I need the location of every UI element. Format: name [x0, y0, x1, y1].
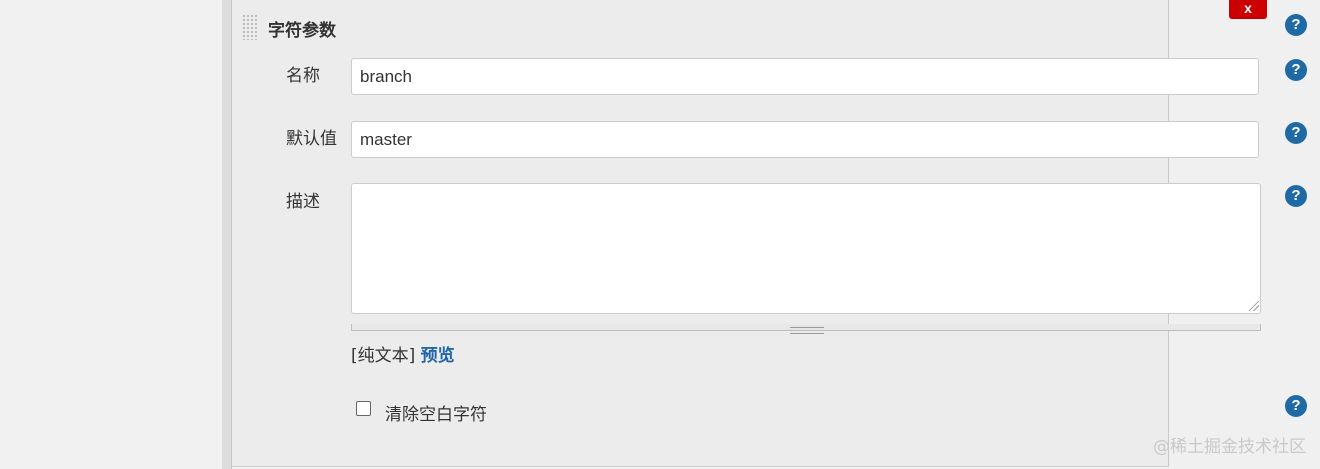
resizer-grip-icon[interactable] [790, 327, 824, 334]
default-value-input[interactable] [351, 121, 1259, 158]
trim-whitespace-checkbox[interactable] [356, 401, 371, 416]
description-help-icon[interactable]: ? [1285, 185, 1307, 207]
default-value-label: 默认值 [286, 129, 337, 149]
delete-parameter-button[interactable]: x [1229, 0, 1267, 19]
trim-help-icon[interactable]: ? [1285, 395, 1307, 417]
watermark: @稀土掘金技术社区 [1153, 437, 1306, 457]
description-textarea[interactable] [351, 183, 1261, 314]
left-panel [0, 0, 223, 469]
name-help-icon[interactable]: ? [1285, 59, 1307, 81]
plain-text-format-label: [纯文本] [351, 346, 416, 366]
section-title: 字符参数 [268, 21, 336, 41]
markup-format-line: [纯文本] 预览 [351, 341, 455, 366]
default-value-help-icon[interactable]: ? [1285, 122, 1307, 144]
preview-link[interactable]: 预览 [421, 346, 455, 366]
name-input[interactable] [351, 58, 1259, 95]
textarea-resize-handle[interactable] [1249, 301, 1259, 311]
description-label: 描述 [286, 192, 320, 212]
trim-whitespace-label[interactable]: 清除空白字符 [385, 400, 487, 425]
left-gutter [222, 0, 232, 469]
drag-handle-icon[interactable] [242, 14, 258, 40]
name-label: 名称 [286, 66, 320, 86]
help-icon[interactable]: ? [1285, 14, 1307, 36]
